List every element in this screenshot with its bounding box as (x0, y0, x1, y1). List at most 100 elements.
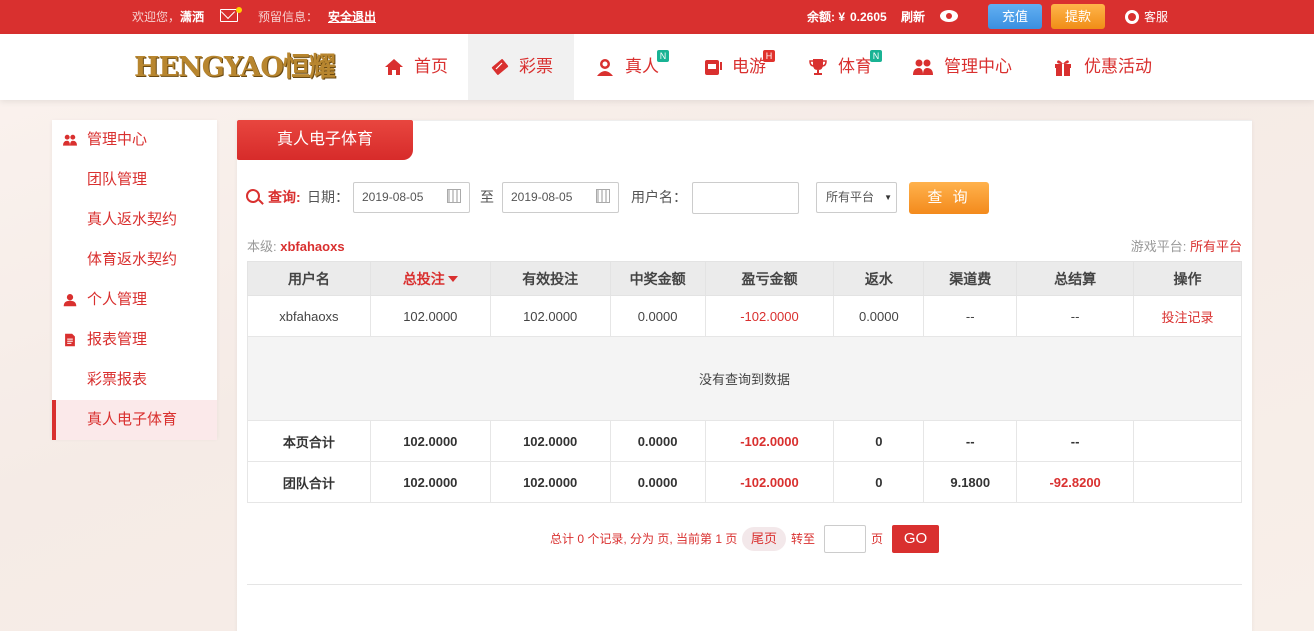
goto-label: 转至 (791, 532, 816, 546)
customer-service-link[interactable]: 客服 (1144, 0, 1168, 34)
sidebar-item-label: 团队管理 (87, 171, 148, 188)
balance-value: 0.2605 (850, 10, 887, 24)
go-button[interactable]: GO (892, 525, 939, 553)
sidebar-item-sports-rebate-contract[interactable]: 体育返水契约 (52, 240, 217, 280)
sidebar-item-live-electronic-sports[interactable]: 真人电子体育 (52, 400, 217, 440)
username-text: 潇洒 (180, 10, 205, 24)
balance-label: 余额: ¥ (807, 10, 846, 24)
platform-value: 所有平台 (1189, 239, 1242, 254)
column-header: 盈亏金额 (704, 261, 835, 296)
recharge-button[interactable]: 充值 (988, 4, 1042, 29)
sidebar-item-label: 管理中心 (87, 131, 148, 148)
table-cell: xbfahaoxs (247, 295, 371, 337)
sidebar-item-label: 真人返水契约 (87, 211, 178, 228)
divider (413, 120, 1252, 121)
table-row: xbfahaoxs 102.0000 102.0000 0.0000 -102.… (247, 295, 1242, 337)
customer-service-icon[interactable] (1125, 10, 1139, 24)
table-cell: 团队合计 (247, 461, 371, 503)
table-cell: -102.0000 (704, 295, 835, 337)
home-icon (385, 59, 403, 75)
table-cell: -92.8200 (1016, 461, 1135, 503)
nav-live-casino[interactable]: 真人 N (582, 34, 677, 100)
to-label: 至 (480, 189, 494, 205)
column-header: 有效投注 (489, 261, 611, 296)
username-input[interactable] (692, 182, 799, 214)
main-nav: HENGYAO恒耀 首页 彩票 真人 N 电游 H 体育 N 管理中心 优惠活动 (0, 34, 1314, 100)
nav-sports[interactable]: 体育 N (795, 34, 890, 100)
table-cell: -102.0000 (704, 420, 835, 462)
platform-select[interactable]: 所有平台 (816, 182, 897, 213)
column-header: 用户名 (247, 261, 371, 296)
table-cell: 102.0000 (489, 461, 611, 503)
date-label: 日期： (307, 189, 349, 205)
level-info: 本级: xbfahaoxs (247, 236, 345, 255)
sidebar-item-label: 真人电子体育 (87, 411, 178, 428)
notification-dot-icon (236, 7, 242, 13)
nav-promotions[interactable]: 优惠活动 (1040, 34, 1165, 100)
nav-management[interactable]: 管理中心 (900, 34, 1025, 100)
report-table: 用户名 总投注 有效投注 中奖金额 盈亏金额 返水 渠道费 总结算 操作 xbf… (247, 261, 1242, 503)
withdraw-button[interactable]: 提款 (1051, 4, 1105, 29)
gift-icon (1055, 60, 1071, 76)
sidebar-item-team-management[interactable]: 团队管理 (52, 160, 217, 200)
team-total-row: 团队合计 102.0000 102.0000 0.0000 -102.0000 … (247, 461, 1242, 503)
users-icon (63, 134, 77, 146)
page-unit-label: 页 (871, 532, 884, 546)
sidebar-item-label: 个人管理 (87, 291, 148, 308)
table-cell: 0.0000 (609, 461, 706, 503)
sidebar-item-live-rebate-contract[interactable]: 真人返水契约 (52, 200, 217, 240)
hot-badge: H (763, 50, 775, 62)
sidebar-item-personal-management[interactable]: 个人管理 (52, 280, 217, 320)
sidebar-item-lottery-report[interactable]: 彩票报表 (52, 360, 217, 400)
logout-link[interactable]: 安全退出 (328, 0, 376, 34)
report-icon (65, 333, 75, 347)
sort-desc-icon (447, 275, 458, 282)
refresh-link[interactable]: 刷新 (901, 0, 925, 34)
users-icon (913, 59, 933, 75)
level-user: xbfahaoxs (280, 239, 345, 254)
column-header: 中奖金额 (609, 261, 706, 296)
column-header-sortable[interactable]: 总投注 (369, 261, 491, 296)
sidebar-item-report-management[interactable]: 报表管理 (52, 320, 217, 360)
table-cell: 本页合计 (247, 420, 371, 462)
table-cell: 102.0000 (489, 420, 611, 462)
sidebar: 管理中心 团队管理 真人返水契约 体育返水契约 个人管理 报表管理 彩票报表 真… (52, 120, 217, 440)
last-page-button[interactable]: 尾页 (742, 527, 786, 551)
dealer-icon (597, 59, 613, 76)
level-label: 本级: (247, 239, 277, 254)
sidebar-item-label: 体育返水契约 (87, 251, 178, 268)
table-cell: -102.0000 (704, 461, 835, 503)
query-label: 查询: (268, 189, 301, 205)
eye-icon[interactable] (940, 10, 958, 22)
bet-record-link[interactable]: 投注记录 (1133, 295, 1242, 337)
sidebar-item-label: 报表管理 (87, 331, 148, 348)
table-header-row: 用户名 总投注 有效投注 中奖金额 盈亏金额 返水 渠道费 总结算 操作 (247, 261, 1242, 296)
search-icon (246, 189, 260, 203)
panel-title-tab: 真人电子体育 (237, 120, 413, 160)
table-cell: -- (1016, 295, 1135, 337)
table-cell: 0.0000 (833, 295, 925, 337)
calendar-icon[interactable] (596, 189, 610, 203)
empty-message: 没有查询到数据 (247, 336, 1242, 421)
platform-info: 游戏平台: 所有平台 (1131, 236, 1242, 255)
table-cell: 9.1800 (923, 461, 1018, 503)
nav-home[interactable]: 首页 (371, 34, 461, 100)
table-cell: -- (923, 295, 1018, 337)
column-header: 操作 (1133, 261, 1242, 296)
table-cell: 0 (833, 461, 925, 503)
table-cell: 0.0000 (609, 295, 706, 337)
query-button[interactable]: 查 询 (909, 182, 989, 214)
welcome-text: 欢迎您， (132, 10, 181, 24)
logo[interactable]: HENGYAO恒耀 (134, 50, 342, 86)
table-cell: 0.0000 (609, 420, 706, 462)
column-header: 总结算 (1016, 261, 1135, 296)
trophy-icon (809, 59, 827, 75)
divider (247, 584, 1242, 585)
calendar-icon[interactable] (447, 189, 461, 203)
sidebar-item-management-center[interactable]: 管理中心 (52, 120, 217, 160)
table-cell: 102.0000 (369, 461, 491, 503)
page-number-input[interactable] (824, 525, 866, 553)
nav-lottery[interactable]: 彩票 (468, 34, 574, 100)
sidebar-item-label: 彩票报表 (87, 371, 148, 388)
nav-slots[interactable]: 电游 H (690, 34, 785, 100)
